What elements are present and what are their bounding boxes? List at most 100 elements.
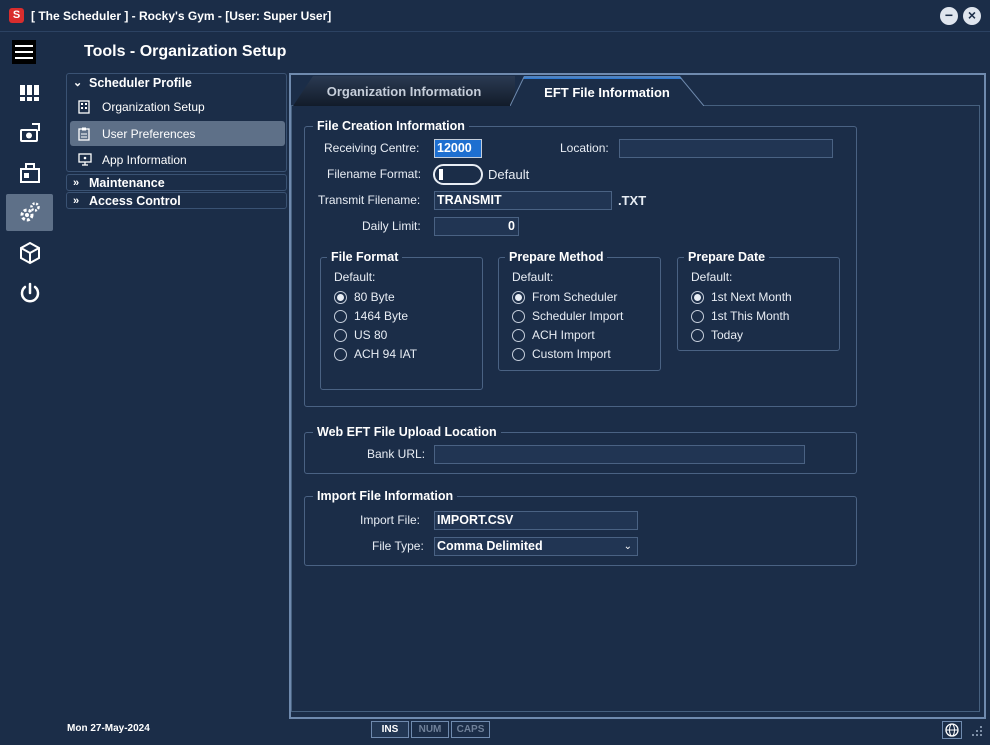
nav-header-scheduler-profile[interactable]: ⌄ Scheduler Profile: [67, 74, 286, 91]
nav-group-access-control[interactable]: » Access Control: [66, 192, 287, 209]
chevron-right-icon: »: [73, 194, 80, 207]
nav-item-label: App Information: [102, 152, 187, 167]
radio-label: 1464 Byte: [354, 309, 409, 323]
radio-label: Today: [711, 328, 744, 342]
daily-limit-label: Daily Limit:: [362, 219, 421, 233]
radio-label: ACH 94 IAT: [354, 347, 418, 361]
radio-ach-import[interactable]: ACH Import: [512, 328, 595, 342]
radio-label: Custom Import: [532, 347, 611, 361]
import-file-input[interactable]: IMPORT.CSV: [434, 511, 638, 530]
radio-label: From Scheduler: [532, 290, 618, 304]
nav-item-app-information[interactable]: App Information: [70, 147, 285, 172]
tab-eft-file-information[interactable]: EFT File Information: [510, 76, 704, 106]
nav-group-maintenance[interactable]: » Maintenance: [66, 174, 287, 191]
radio-1st-next-month[interactable]: 1st Next Month: [691, 290, 792, 304]
receiving-centre-label: Receiving Centre:: [324, 141, 420, 155]
resize-grip-icon[interactable]: [968, 722, 984, 738]
filename-format-toggle[interactable]: [433, 164, 483, 185]
bank-url-input[interactable]: [434, 445, 805, 464]
radio-dot: [334, 309, 347, 323]
radio-today[interactable]: Today: [691, 328, 743, 342]
radio-dot: [512, 309, 525, 323]
power-icon[interactable]: [6, 274, 53, 311]
radio-80-byte[interactable]: 80 Byte: [334, 290, 395, 304]
bank-url-label: Bank URL:: [367, 447, 426, 461]
nav-group-scheduler-profile: ⌄ Scheduler Profile Organization Setup U…: [66, 73, 287, 172]
radio-label: US 80: [354, 328, 388, 342]
group-title: File Format: [327, 250, 403, 264]
globe-icon[interactable]: [942, 721, 962, 739]
group-title: Web EFT File Upload Location: [313, 425, 501, 439]
tab-label: Organization Information: [326, 83, 482, 99]
nav-item-organization-setup[interactable]: Organization Setup: [70, 94, 285, 119]
radio-label: 1st Next Month: [711, 290, 792, 304]
file-type-value: Comma Delimited: [437, 539, 543, 553]
radio-1st-this-month[interactable]: 1st This Month: [691, 309, 789, 323]
nav-header-label: Maintenance: [89, 175, 165, 190]
monitor-info-icon: [78, 153, 102, 166]
page-title: Tools - Organization Setup: [84, 43, 287, 60]
filename-format-default-label: Default: [488, 167, 530, 182]
file-type-label: File Type:: [372, 539, 424, 553]
filename-format-label: Filename Format:: [327, 167, 422, 181]
radio-dot: [334, 290, 347, 304]
group-title: Prepare Method: [505, 250, 608, 264]
radio-dot: [691, 290, 704, 304]
location-label: Location:: [560, 141, 609, 155]
menu-icon[interactable]: [12, 40, 36, 64]
location-input[interactable]: [619, 139, 833, 158]
radio-1464-byte[interactable]: 1464 Byte: [334, 309, 408, 323]
transmit-filename-label: Transmit Filename:: [318, 193, 421, 207]
radio-custom-import[interactable]: Custom Import: [512, 347, 611, 361]
radio-dot: [334, 347, 347, 361]
prepare-method-default-label: Default:: [512, 270, 554, 284]
chevron-right-icon: »: [73, 176, 80, 189]
radio-label: Scheduler Import: [532, 309, 624, 323]
receiving-centre-input[interactable]: 12000: [434, 139, 482, 158]
group-title: Import File Information: [313, 489, 458, 503]
radio-dot: [334, 328, 347, 342]
nav-item-label: User Preferences: [102, 126, 196, 141]
status-caps: CAPS: [451, 721, 490, 738]
toggle-knob: [439, 169, 443, 180]
status-date: Mon 27-May-2024: [67, 723, 150, 734]
binders-icon[interactable]: [6, 74, 53, 111]
radio-ach-94-iat[interactable]: ACH 94 IAT: [334, 347, 417, 361]
radio-label: 1st This Month: [711, 309, 790, 323]
radio-label: ACH Import: [532, 328, 595, 342]
close-button[interactable]: ×: [963, 7, 981, 25]
settings-gears-icon[interactable]: [6, 194, 53, 231]
nav-header-label: Scheduler Profile: [89, 75, 192, 90]
radio-dot: [512, 290, 525, 304]
radio-dot: [691, 328, 704, 342]
radio-from-scheduler[interactable]: From Scheduler: [512, 290, 617, 304]
minimize-button[interactable]: −: [940, 7, 958, 25]
radio-dot: [512, 328, 525, 342]
tab-label: EFT File Information: [544, 85, 670, 100]
package-icon[interactable]: [6, 234, 53, 271]
nav-item-user-preferences[interactable]: User Preferences: [70, 121, 285, 146]
radio-scheduler-import[interactable]: Scheduler Import: [512, 309, 623, 323]
status-ins: INS: [371, 721, 409, 738]
payment-icon[interactable]: [6, 114, 53, 151]
file-format-default-label: Default:: [334, 270, 376, 284]
radio-dot: [691, 309, 704, 323]
chevron-down-icon: ⌄: [73, 77, 83, 89]
file-type-select[interactable]: Comma Delimited ⌄: [434, 537, 638, 556]
app-logo-icon: S: [9, 8, 24, 23]
tab-organization-information[interactable]: Organization Information: [293, 76, 515, 106]
radio-us-80[interactable]: US 80: [334, 328, 387, 342]
radio-label: 80 Byte: [354, 290, 395, 304]
nav-item-label: Organization Setup: [102, 99, 205, 114]
nav-header-label: Access Control: [89, 193, 181, 208]
window-title: [ The Scheduler ] - Rocky's Gym - [User:…: [31, 9, 332, 23]
import-file-label: Import File:: [360, 513, 421, 527]
store-icon[interactable]: [6, 154, 53, 191]
clipboard-icon: [78, 127, 102, 141]
transmit-filename-input[interactable]: TRANSMIT: [434, 191, 612, 210]
group-title: Prepare Date: [684, 250, 770, 264]
transmit-extension: .TXT: [618, 193, 647, 208]
status-num: NUM: [411, 721, 449, 738]
daily-limit-input[interactable]: 0: [434, 217, 519, 236]
group-title: File Creation Information: [313, 119, 469, 133]
